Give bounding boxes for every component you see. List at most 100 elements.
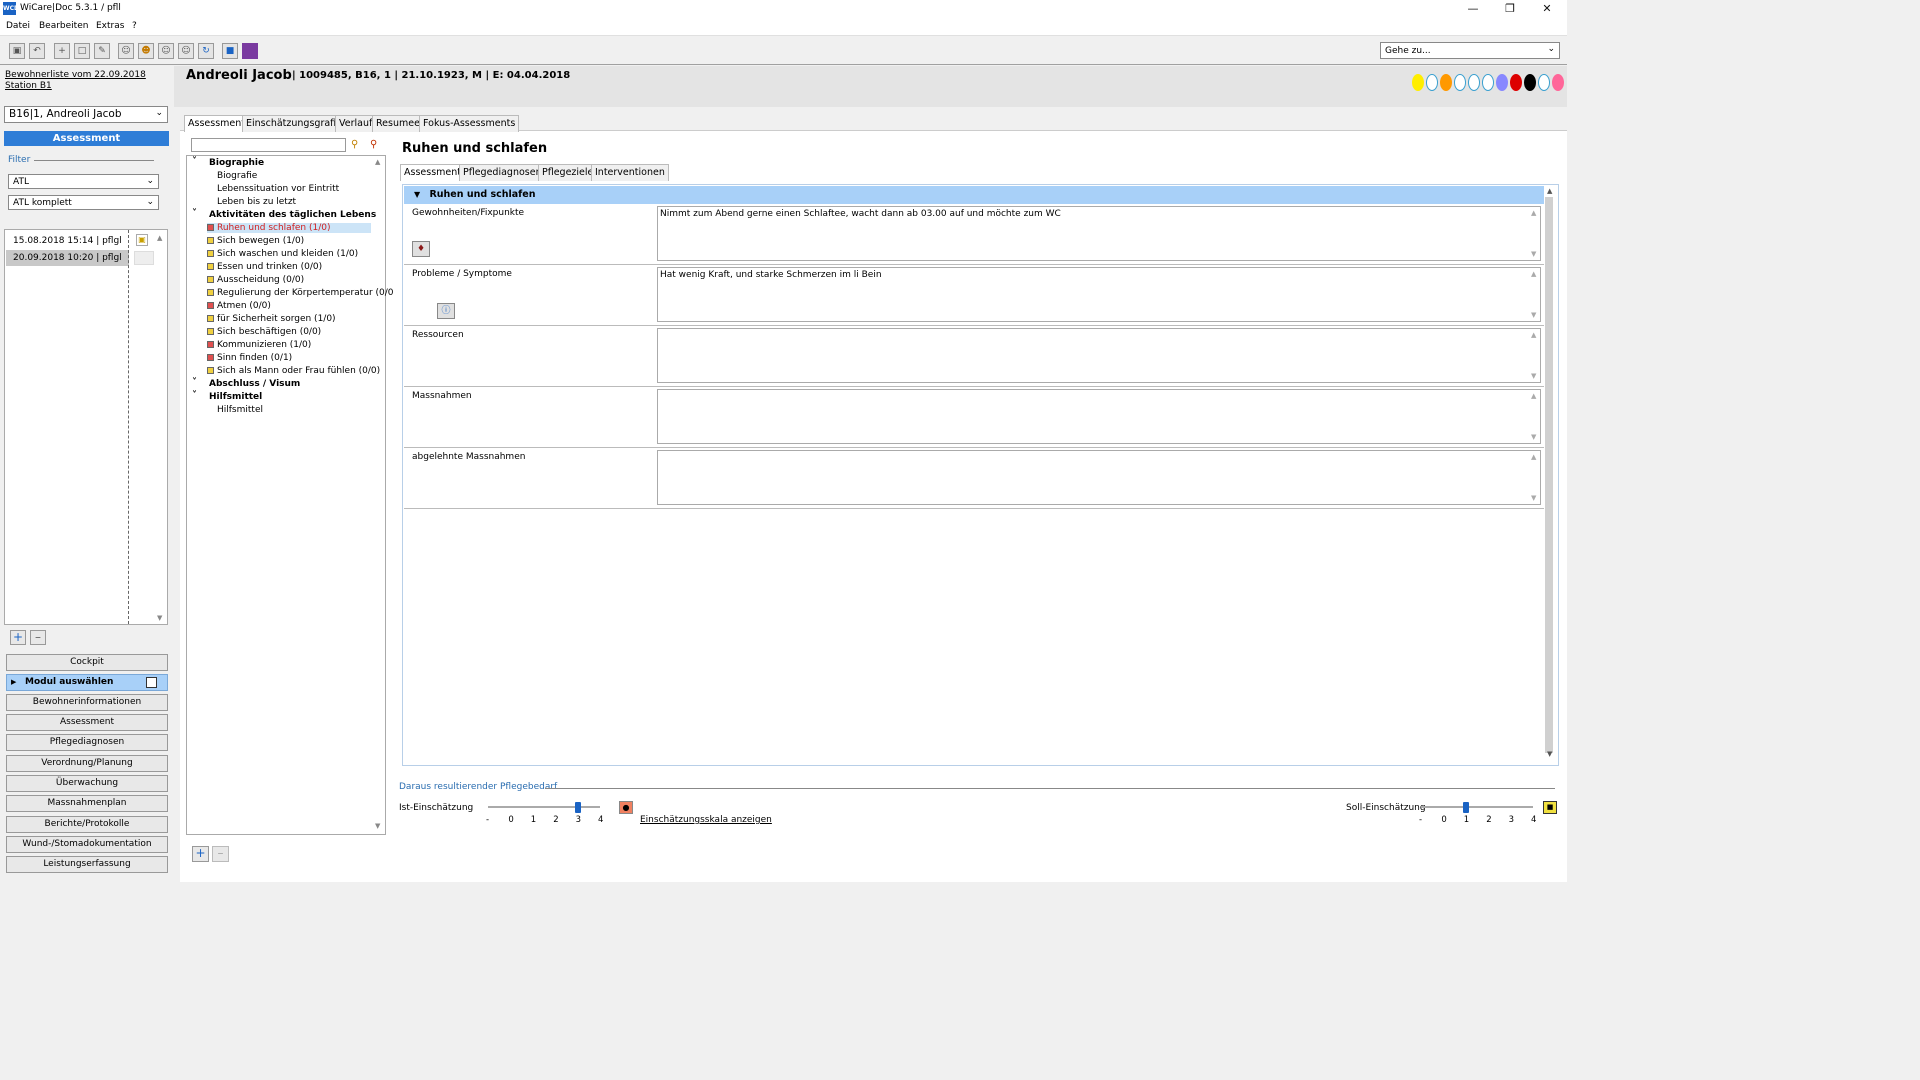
nav-cockpit[interactable]: Cockpit xyxy=(6,654,168,671)
nav-wund-stomadokumentation[interactable]: Wund-/Stomadokumentation xyxy=(6,836,168,853)
scroll-down-icon[interactable]: ▼ xyxy=(1547,750,1552,758)
lock-icon[interactable]: ▣ xyxy=(136,234,148,246)
textarea-scrollbar[interactable]: ▲ ▼ xyxy=(1529,390,1540,443)
color-marker-dot[interactable] xyxy=(1510,74,1522,91)
ressourcen-textarea[interactable]: ▲ ▼ xyxy=(657,328,1541,383)
textarea-scrollbar[interactable]: ▲ ▼ xyxy=(1529,268,1540,321)
scroll-up-icon[interactable]: ▲ xyxy=(1547,187,1552,195)
color-marker-dot[interactable] xyxy=(1496,74,1508,91)
menu-bearbeiten[interactable]: Bearbeiten xyxy=(39,21,88,31)
undo-icon[interactable]: ↶ xyxy=(29,43,45,59)
gewohnheiten-textarea[interactable]: Nimmt zum Abend gerne einen Schlaftee, w… xyxy=(657,206,1541,261)
tree-item[interactable]: Sinn finden (0/1) xyxy=(207,353,292,363)
tree-group[interactable]: ˅ Hilfsmittel xyxy=(192,390,262,402)
nav-ueberwachung[interactable]: Überwachung xyxy=(6,775,168,792)
menu-extras[interactable]: Extras xyxy=(96,21,124,31)
menu-help[interactable]: ? xyxy=(132,21,137,31)
people-move-icon[interactable]: ☺ xyxy=(158,43,174,59)
tab-assessment[interactable]: Assessment xyxy=(184,115,249,132)
textarea-scrollbar[interactable]: ▲ ▼ xyxy=(1529,451,1540,504)
tree-item[interactable]: Sich beschäftigen (0/0) xyxy=(207,327,321,337)
tab-verlauf[interactable]: Verlauf xyxy=(335,115,377,132)
scroll-up-icon[interactable]: ▲ xyxy=(157,234,162,242)
abgelehnte-massnahmen-textarea[interactable]: ▲ ▼ xyxy=(657,450,1541,505)
tree-item[interactable]: Regulierung der Körpertemperatur (0/0 xyxy=(207,288,394,298)
nav-assessment[interactable]: Assessment xyxy=(6,714,168,731)
scroll-down-icon[interactable]: ▼ xyxy=(375,822,380,830)
tree-item[interactable]: Biografie xyxy=(217,171,257,181)
archive-icon[interactable]: ■ xyxy=(222,43,238,59)
module-checkbox[interactable] xyxy=(146,677,157,688)
scroll-up-icon[interactable]: ▲ xyxy=(375,158,380,166)
tab-section-assessment[interactable]: Assessment xyxy=(400,164,465,181)
ist-einschaetzung-slider[interactable]: - 0 1 2 3 4 xyxy=(486,802,603,825)
color-marker-dot[interactable] xyxy=(1440,74,1452,91)
tree-item[interactable]: Sich waschen und kleiden (1/0) xyxy=(207,249,358,259)
people-icon[interactable]: ☺ xyxy=(118,43,134,59)
tab-einschaetzungsgrafik[interactable]: Einschätzungsgrafik xyxy=(242,115,346,132)
slider-track[interactable] xyxy=(1421,806,1533,808)
textarea-scrollbar[interactable]: ▲ ▼ xyxy=(1529,207,1540,260)
resident-select[interactable]: B16|1, Andreoli Jacob ⌄ xyxy=(4,106,168,123)
add-icon[interactable]: + xyxy=(10,630,26,645)
filter-select-1[interactable]: ATL ⌄ xyxy=(8,174,159,189)
list-item[interactable]: 20.09.2018 10:20 | pflgl xyxy=(6,250,129,266)
search-icon[interactable]: ⚲ xyxy=(351,139,358,150)
slider-thumb[interactable] xyxy=(1462,802,1469,813)
scale-link[interactable]: Einschätzungsskala anzeigen xyxy=(640,815,772,825)
menu-datei[interactable]: Datei xyxy=(6,21,30,31)
color-marker-dot[interactable] xyxy=(1482,74,1494,91)
tab-fokus-assessments[interactable]: Fokus-Assessments xyxy=(419,115,520,132)
color-marker-dot[interactable] xyxy=(1412,74,1424,91)
nav-pflegediagnosen[interactable]: Pflegediagnosen xyxy=(6,734,168,751)
probleme-textarea[interactable]: Hat wenig Kraft, und starke Schmerzen im… xyxy=(657,267,1541,322)
window-icon[interactable]: □ xyxy=(74,43,90,59)
tab-pflegediagnosen[interactable]: Pflegediagnosen xyxy=(459,164,546,181)
massnahmen-textarea[interactable]: ▲ ▼ xyxy=(657,389,1541,444)
add-icon[interactable]: + xyxy=(192,846,209,862)
new-icon[interactable]: + xyxy=(54,43,70,59)
tree-item[interactable]: Atmen (0/0) xyxy=(207,301,271,311)
restore-icon[interactable]: ❐ xyxy=(1490,0,1530,18)
tree-group[interactable]: ˅ Aktivitäten des täglichen Lebens xyxy=(192,208,376,220)
minimize-icon[interactable]: — xyxy=(1453,0,1493,18)
nav-modul-auswaehlen[interactable]: ▶ Modul auswählen xyxy=(6,674,168,691)
person-icon[interactable]: ☻ xyxy=(138,43,154,59)
color-marker-dot[interactable] xyxy=(1524,74,1536,91)
save-icon[interactable]: ▣ xyxy=(9,43,25,59)
remove-icon[interactable]: – xyxy=(212,846,229,862)
scroll-down-icon[interactable]: ▼ xyxy=(157,614,162,622)
info-icon[interactable]: ⓘ xyxy=(437,303,455,319)
tab-interventionen[interactable]: Interventionen xyxy=(591,164,669,181)
close-icon[interactable]: ✕ xyxy=(1527,0,1567,18)
tree-group[interactable]: ˅ Biographie xyxy=(192,156,264,168)
tree-item[interactable]: Ruhen und schlafen (1/0) xyxy=(207,223,371,233)
chevron-down-icon[interactable]: ˅ xyxy=(192,377,197,388)
book-icon[interactable]: ♦ xyxy=(412,241,430,257)
residents-list-link[interactable]: Bewohnerliste vom 22.09.2018 xyxy=(5,70,146,80)
purple-square-icon[interactable] xyxy=(242,43,258,59)
filter-select-2[interactable]: ATL komplett ⌄ xyxy=(8,195,159,210)
tab-resumee[interactable]: Resumee xyxy=(372,115,424,132)
nav-verordnung-planung[interactable]: Verordnung/Planung xyxy=(6,755,168,772)
tree-item[interactable]: Leben bis zu letzt xyxy=(217,197,296,207)
tree-item[interactable]: Sich bewegen (1/0) xyxy=(207,236,304,246)
nav-leistungserfassung[interactable]: Leistungserfassung xyxy=(6,856,168,873)
slider-track[interactable] xyxy=(488,806,600,808)
person-edit-icon[interactable]: ☺ xyxy=(178,43,194,59)
tree-group[interactable]: ˅ Abschluss / Visum xyxy=(192,377,300,389)
tree-item[interactable]: Hilfsmittel xyxy=(217,405,263,415)
nav-bewohnerinformationen[interactable]: Bewohnerinformationen xyxy=(6,694,168,711)
color-marker-dot[interactable] xyxy=(1454,74,1466,91)
remove-icon[interactable]: – xyxy=(30,630,46,645)
form-section-header[interactable]: ▼ Ruhen und schlafen xyxy=(404,186,1544,204)
chevron-down-icon[interactable]: ˅ xyxy=(192,390,197,401)
list-item[interactable]: 15.08.2018 15:14 | pflgl xyxy=(6,233,129,249)
slider-thumb[interactable] xyxy=(574,802,581,813)
tree-search-input[interactable] xyxy=(191,138,346,152)
edit-icon[interactable]: ✎ xyxy=(94,43,110,59)
tree-item[interactable]: Sich als Mann oder Frau fühlen (0/0) xyxy=(207,366,380,376)
soll-einschaetzung-slider[interactable]: - 0 1 2 3 4 xyxy=(1419,802,1536,825)
chevron-down-icon[interactable]: ˅ xyxy=(192,156,197,167)
nav-massnahmenplan[interactable]: Massnahmenplan xyxy=(6,795,168,812)
